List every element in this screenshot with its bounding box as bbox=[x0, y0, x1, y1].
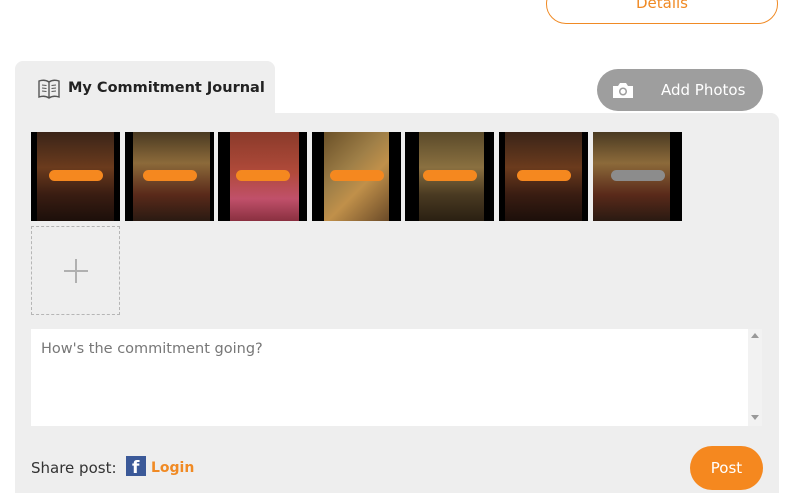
photo-thumbnail[interactable] bbox=[312, 132, 401, 221]
share-post-label: Share post: bbox=[31, 459, 117, 477]
photo-thumbnail[interactable] bbox=[125, 132, 214, 221]
photo-status-bar bbox=[49, 170, 103, 181]
facebook-icon[interactable]: f bbox=[126, 456, 146, 478]
post-button[interactable]: Post bbox=[690, 446, 763, 490]
facebook-login-link[interactable]: Login bbox=[151, 460, 194, 476]
photo-thumbnail[interactable] bbox=[499, 132, 588, 221]
photo-thumbnail[interactable] bbox=[593, 132, 682, 221]
camera-icon bbox=[613, 83, 633, 98]
journal-title: My Commitment Journal bbox=[68, 80, 265, 96]
photo-status-bar bbox=[517, 170, 571, 181]
photo-thumbnail[interactable] bbox=[218, 132, 307, 221]
details-button[interactable]: Details bbox=[546, 0, 778, 24]
photo-thumbnail[interactable] bbox=[405, 132, 494, 221]
photo-status-bar bbox=[236, 170, 290, 181]
add-photo-tile[interactable] bbox=[31, 226, 120, 315]
scroll-down-icon[interactable] bbox=[751, 415, 759, 420]
journal-entry-input[interactable] bbox=[31, 329, 748, 426]
textarea-scrollbar[interactable] bbox=[748, 329, 762, 426]
photo-status-bar bbox=[330, 170, 384, 181]
add-photos-button[interactable]: Add Photos bbox=[597, 69, 763, 111]
add-photos-label: Add Photos bbox=[661, 81, 746, 99]
tab-my-commitment-journal[interactable]: My Commitment Journal bbox=[15, 61, 275, 121]
book-icon bbox=[38, 79, 60, 99]
photo-status-bar bbox=[143, 170, 197, 181]
photo-thumbnail[interactable] bbox=[31, 132, 120, 221]
photo-status-bar bbox=[611, 170, 665, 181]
photo-status-bar bbox=[423, 170, 477, 181]
scroll-up-icon[interactable] bbox=[751, 333, 759, 338]
